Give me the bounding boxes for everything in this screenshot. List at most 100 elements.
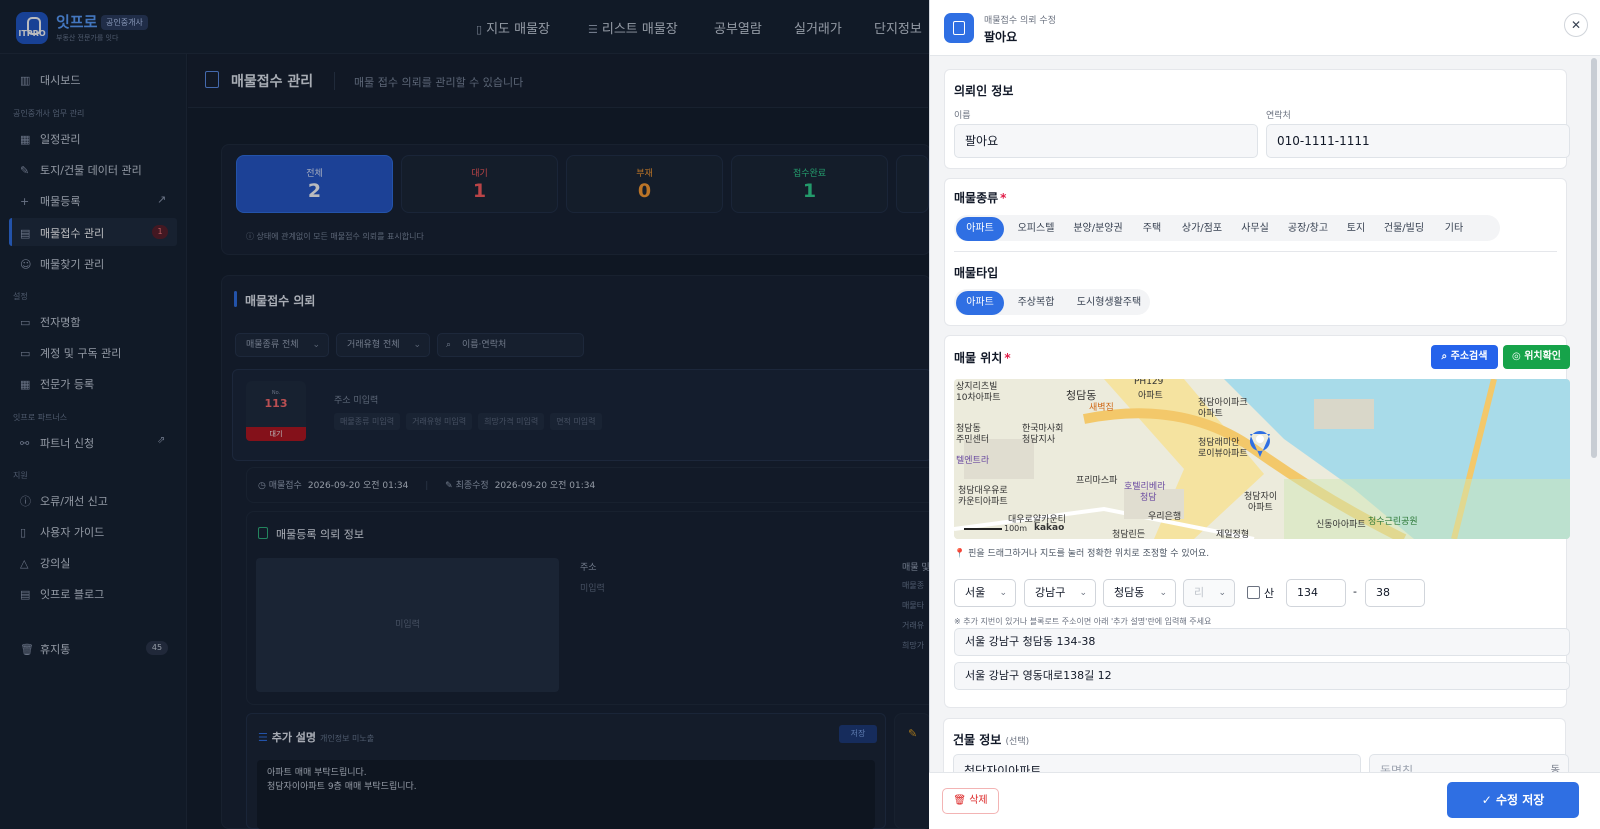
type-option-building[interactable]: 건물/빌딩 — [1377, 217, 1431, 241]
map-label: PH129 — [1134, 379, 1164, 387]
map-scale: 100m — [1004, 524, 1028, 533]
building-title-text: 건물 정보 — [953, 733, 1002, 747]
type-option-land[interactable]: 토지 — [1341, 217, 1371, 241]
subtype-options: 아파트 주상복합 도시형생활주택 — [954, 289, 1150, 315]
select-value: 서울 — [965, 586, 986, 599]
type-title: 매물종류 * — [954, 189, 1006, 206]
subtype-option-mixed[interactable]: 주상복합 — [1009, 291, 1063, 315]
map-label: 주민센터 — [956, 435, 990, 445]
dong-placeholder: 동명칭 — [1380, 764, 1414, 772]
building-title: 건물 정보 (선택) — [953, 731, 1029, 748]
dong-suffix: 동 — [1550, 765, 1560, 772]
close-icon: ✕ — [1570, 18, 1582, 32]
select-value: 청담동 — [1114, 586, 1145, 599]
subtype-title: 매물타입 — [954, 266, 999, 280]
chevron-down-icon: ⌄ — [999, 588, 1007, 598]
building-name-input[interactable]: 청담자이아파트 — [953, 754, 1361, 772]
type-option-house[interactable]: 주택 — [1135, 217, 1169, 241]
pin-icon: 📍 — [954, 549, 969, 559]
map-logo: kakao — [1034, 523, 1065, 533]
type-title-text: 매물종류 — [954, 191, 999, 205]
required-mark: * — [1004, 351, 1011, 365]
map-label: 10차아파트 — [956, 393, 1001, 403]
name-label: 이름 — [954, 111, 971, 121]
map-label: 청담린든 — [1112, 530, 1146, 539]
phone-input[interactable]: 010-1111-1111 — [1266, 124, 1570, 158]
modal-backdrop[interactable] — [0, 0, 929, 829]
divider — [954, 251, 1557, 252]
type-option-etc[interactable]: 기타 — [1438, 217, 1470, 241]
search-icon: ⌕ — [1441, 351, 1451, 362]
pin-icon: ◎ — [1511, 351, 1525, 362]
chevron-down-icon: ⌄ — [1079, 588, 1087, 598]
name-input[interactable]: 팔아요 — [954, 124, 1258, 158]
ri-select[interactable]: 리 ⌄ — [1183, 579, 1235, 607]
location-confirm-button[interactable]: ◎ 위치확인 — [1503, 345, 1570, 369]
map-label: 청수근린공원 — [1368, 517, 1418, 527]
edit-icon — [944, 13, 974, 43]
map-label: 청담 — [1140, 493, 1157, 503]
app-root: ITPRO 잇프로 공인중개사 부동산 전문가를 잇다 ▯ 지도 매물장 ☰ 리스트… — [0, 0, 1600, 829]
gu-select[interactable]: 강남구 ⌄ — [1024, 579, 1096, 607]
button-label: 수정 저장 — [1495, 793, 1545, 807]
map-label: 아파트 — [1198, 409, 1223, 419]
location-map[interactable]: 상지리츠빌 10차아파트 청담동 PH129 아파트 새벽집 청담아이파크 아파… — [954, 379, 1570, 539]
map-label: 아파트 — [1138, 391, 1163, 401]
type-option-factory[interactable]: 공장/창고 — [1282, 217, 1334, 241]
subtype-option-apartment[interactable]: 아파트 — [956, 291, 1004, 315]
map-label: 청담지사 — [1022, 435, 1056, 445]
san-label: 산 — [1264, 587, 1275, 600]
type-option-officetel[interactable]: 오피스텔 — [1010, 217, 1062, 241]
address-search-button[interactable]: ⌕ 주소검색 — [1431, 345, 1498, 369]
close-button[interactable]: ✕ — [1564, 13, 1588, 37]
sido-select[interactable]: 서울 ⌄ — [954, 579, 1016, 607]
type-options: 아파트 오피스텔 분양/분양권 주택 상가/점포 사무실 공장/창고 토지 건물… — [954, 215, 1500, 241]
bunji-main-input[interactable]: 134 — [1286, 579, 1346, 607]
bunji-sub-input[interactable]: 38 — [1365, 579, 1425, 607]
delete-button[interactable]: 🗑 삭제 — [942, 788, 999, 814]
drawer-subtitle: 매물접수 의뢰 수정 — [984, 16, 1056, 26]
location-title-text: 매물 위치 — [954, 351, 1003, 365]
san-checkbox[interactable] — [1247, 586, 1260, 599]
select-value: 리 — [1194, 586, 1205, 599]
requester-title: 의뢰인 정보 — [954, 84, 1014, 98]
building-dong-input[interactable]: 동명칭 동 — [1369, 754, 1569, 772]
map-label: 제일정형 — [1216, 530, 1250, 539]
map-label: 로이뷰아파트 — [1198, 449, 1248, 459]
road-address-input[interactable]: 서울 강남구 영동대로138길 12 — [954, 662, 1570, 690]
drawer-header: 매물접수 의뢰 수정 팔아요 ✕ — [930, 0, 1600, 56]
map-label: 프리마스파 — [1076, 476, 1118, 486]
address-note: ※ 추가 지번이 있거나 블록로트 주소이면 아래 '추가 설명'란에 입력해 … — [954, 617, 1212, 626]
check-icon: ✓ — [1481, 793, 1496, 807]
map-label: 우리은행 — [1148, 512, 1182, 522]
type-option-presale[interactable]: 분양/분양권 — [1067, 217, 1129, 241]
map-label: 아파트 — [1248, 503, 1273, 513]
hint-text: 핀을 드래그하거나 지도를 눌러 정확한 위치로 조정할 수 있어요. — [968, 549, 1210, 559]
select-value: 강남구 — [1035, 586, 1066, 599]
chevron-down-icon: ⌄ — [1159, 588, 1167, 598]
type-option-apartment[interactable]: 아파트 — [956, 217, 1004, 241]
chevron-down-icon: ⌄ — [1218, 588, 1226, 598]
dong-select[interactable]: 청담동 ⌄ — [1103, 579, 1176, 607]
type-option-store[interactable]: 상가/점포 — [1176, 217, 1228, 241]
save-button[interactable]: ✓ 수정 저장 — [1447, 782, 1579, 818]
button-label: 위치확인 — [1524, 351, 1562, 362]
map-label: 새벽집 — [1089, 403, 1114, 413]
drawer-scrollbar[interactable] — [1591, 58, 1597, 458]
required-mark: * — [1000, 191, 1007, 205]
map-label: 카운티아파트 — [958, 497, 1008, 507]
button-label: 주소검색 — [1450, 351, 1488, 362]
type-option-office[interactable]: 사무실 — [1234, 217, 1276, 241]
button-label: 삭제 — [969, 795, 988, 806]
phone-label: 연락처 — [1266, 111, 1291, 121]
map-hint: 📍 핀을 드래그하거나 지도를 눌러 정확한 위치로 조정할 수 있어요. — [954, 546, 1209, 559]
drawer-title: 팔아요 — [984, 30, 1018, 44]
jibun-address-input[interactable]: 서울 강남구 청담동 134-38 — [954, 628, 1570, 656]
location-title: 매물 위치 * — [954, 349, 1011, 366]
map-label: 신동아아파트 — [1316, 520, 1366, 530]
trash-icon: 🗑 — [953, 795, 970, 806]
bunji-dash: - — [1353, 585, 1357, 598]
map-label: 텔엔트라 — [956, 456, 990, 466]
optional-label: (선택) — [1005, 737, 1030, 747]
subtype-option-urban[interactable]: 도시형생활주택 — [1069, 291, 1149, 315]
